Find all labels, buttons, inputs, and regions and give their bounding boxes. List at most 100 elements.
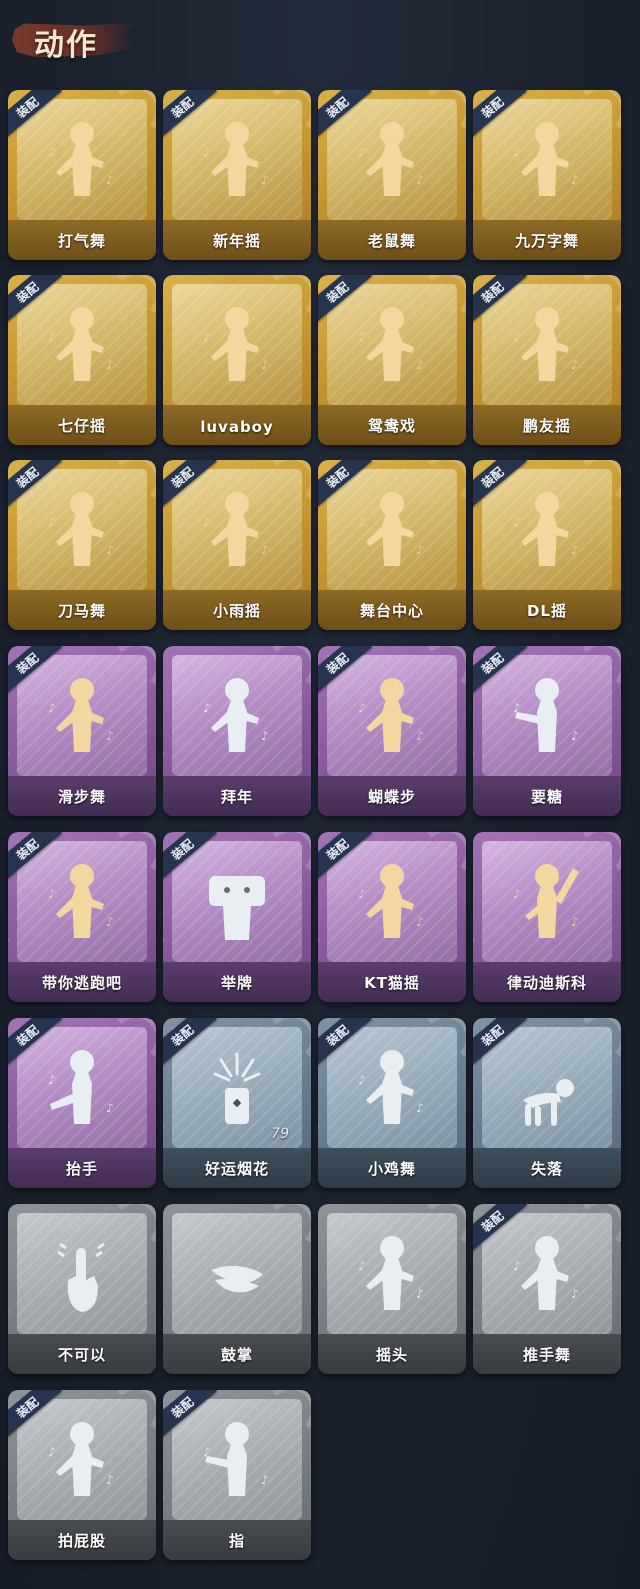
dance-figure-icon: ♪ ♪	[46, 116, 118, 208]
push-hands-icon: ♪ ♪	[511, 1230, 583, 1322]
svg-text:♪: ♪	[358, 887, 366, 901]
emote-card[interactable]: ♪ ♪ 指装配	[163, 1390, 311, 1560]
emote-card[interactable]: ♪ ♪ 要糖 装配	[473, 646, 621, 816]
emote-card[interactable]: ♪ ♪ 小雨摇 装配	[163, 460, 311, 630]
svg-text:♪: ♪	[48, 887, 56, 901]
clap-icon	[201, 1230, 273, 1322]
svg-text:♪: ♪	[416, 173, 424, 187]
emote-card[interactable]: ♪ ♪ 打气舞 装配	[8, 90, 156, 260]
emote-card[interactable]: ♪ ♪ 拜年	[163, 646, 311, 816]
emote-name: 律动迪斯科	[506, 974, 587, 992]
bow-figure-icon: ♪ ♪	[201, 672, 273, 764]
svg-text:♪: ♪	[513, 145, 521, 159]
emote-card[interactable]: ♪ ♪ 蝴蝶步 装配	[318, 646, 466, 816]
emote-card[interactable]: 失落 装配	[473, 1018, 621, 1188]
emote-card[interactable]: ♪ ♪ 律动迪斯科	[473, 832, 621, 1002]
emote-name: 七仔摇	[57, 417, 106, 435]
emote-card[interactable]: 不可以	[8, 1204, 156, 1374]
svg-text:♪: ♪	[48, 330, 56, 344]
emote-name: 刀马舞	[57, 602, 106, 620]
item-count: 79	[271, 1126, 289, 1142]
emote-card[interactable]: ♪ ♪ 抬手 装配	[8, 1018, 156, 1188]
svg-text:♪: ♪	[358, 330, 366, 344]
shake-head-icon: ♪ ♪	[356, 1230, 428, 1322]
dance-figure-icon: ♪ ♪	[201, 486, 273, 578]
emote-card[interactable]: ♪ ♪ 鹏友摇 装配	[473, 275, 621, 445]
svg-text:♪: ♪	[416, 1101, 424, 1115]
svg-text:♪: ♪	[513, 515, 521, 529]
crawl-figure-icon	[511, 1044, 583, 1136]
dance-figure-icon: ♪ ♪	[356, 486, 428, 578]
svg-text:♪: ♪	[106, 1101, 114, 1115]
emote-card[interactable]: ♪ ♪ 鸳鸯戏 装配	[318, 275, 466, 445]
emote-name: 九万字舞	[514, 232, 579, 250]
emote-name: 好运烟花	[204, 1160, 269, 1178]
svg-text:♪: ♪	[48, 145, 56, 159]
emote-name: DL摇	[526, 602, 567, 620]
dance-figure-icon: ♪ ♪	[356, 301, 428, 393]
emote-card[interactable]: ♪ ♪ 新年摇 装配	[163, 90, 311, 260]
svg-text:♪: ♪	[513, 887, 521, 901]
emote-card[interactable]: ♪ ♪ 九万字舞 装配	[473, 90, 621, 260]
emote-name: 举牌	[220, 974, 253, 992]
svg-text:♪: ♪	[358, 515, 366, 529]
dance-figure-icon: ♪ ♪	[511, 301, 583, 393]
emote-card[interactable]: ♪ ♪ 推手舞 装配	[473, 1204, 621, 1374]
emote-card[interactable]: ♪ ♪ luvaboy	[163, 275, 311, 445]
emote-card[interactable]: ♪ ♪ 带你逃跑吧 装配	[8, 832, 156, 1002]
emote-card[interactable]: 79 好运烟花 装配	[163, 1018, 311, 1188]
emote-card[interactable]: ♪ ♪ DL摇 装配	[473, 460, 621, 630]
svg-text:♪: ♪	[513, 1259, 521, 1273]
svg-text:♪: ♪	[513, 701, 521, 715]
emote-card[interactable]: ♪ ♪ 拍屁股 装配	[8, 1390, 156, 1560]
emote-name: 老鼠舞	[367, 232, 416, 250]
emote-card[interactable]: ♪ ♪ 老鼠舞 装配	[318, 90, 466, 260]
emote-card[interactable]: ♪ ♪ 七仔摇 装配	[8, 275, 156, 445]
svg-text:♪: ♪	[261, 1473, 269, 1487]
emote-name: 推手舞	[522, 1346, 571, 1364]
point-hand-icon: ♪ ♪	[201, 1416, 273, 1508]
emote-card[interactable]: ♪ ♪ 刀马舞 装配	[8, 460, 156, 630]
svg-text:♪: ♪	[203, 145, 211, 159]
emote-card[interactable]: 鼓掌	[163, 1204, 311, 1374]
svg-text:♪: ♪	[571, 1287, 579, 1301]
svg-text:♪: ♪	[571, 915, 579, 929]
svg-text:♪: ♪	[571, 543, 579, 557]
emote-card[interactable]: ♪ ♪ 舞台中心 装配	[318, 460, 466, 630]
svg-text:♪: ♪	[203, 515, 211, 529]
dance-figure-icon: ♪ ♪	[46, 858, 118, 950]
emote-card[interactable]: ♪ ♪ 滑步舞 装配	[8, 646, 156, 816]
dance-figure-icon: ♪ ♪	[511, 116, 583, 208]
dance-figure-icon: ♪ ♪	[201, 116, 273, 208]
emote-collection-page: 动作 ♪ ♪ 打气舞 装配 ♪ ♪ 新年摇 装配 ♪ ♪ 老鼠舞 装配 ♪ ♪ 九万字舞 装配 ♪ ♪ 七仔摇 装配 ♪…	[0, 0, 640, 1589]
svg-text:♪: ♪	[358, 1259, 366, 1273]
svg-text:♪: ♪	[571, 729, 579, 743]
finger-wag-icon	[46, 1230, 118, 1322]
svg-text:♪: ♪	[571, 173, 579, 187]
svg-text:♪: ♪	[416, 543, 424, 557]
emote-name: 摇头	[375, 1346, 408, 1364]
emote-card[interactable]: 举牌 装配	[163, 832, 311, 1002]
svg-text:♪: ♪	[48, 1445, 56, 1459]
dance-figure-icon: ♪ ♪	[46, 486, 118, 578]
svg-text:♪: ♪	[261, 543, 269, 557]
emote-card[interactable]: ♪ ♪ KT猫摇 装配	[318, 832, 466, 1002]
emote-card[interactable]: ♪ ♪ 小鸡舞 装配	[318, 1018, 466, 1188]
spank-figure-icon: ♪ ♪	[46, 1416, 118, 1508]
svg-text:♪: ♪	[513, 330, 521, 344]
raise-hand-icon: ♪ ♪	[46, 1044, 118, 1136]
svg-text:♪: ♪	[358, 701, 366, 715]
svg-text:♪: ♪	[416, 915, 424, 929]
emote-card[interactable]: ♪ ♪ 摇头	[318, 1204, 466, 1374]
svg-text:♪: ♪	[261, 729, 269, 743]
emote-name: 小鸡舞	[367, 1160, 416, 1178]
emote-name: luvaboy	[200, 418, 274, 436]
svg-text:♪: ♪	[106, 729, 114, 743]
dance-figure-icon: ♪ ♪	[46, 672, 118, 764]
emote-name: 蝴蝶步	[367, 788, 416, 806]
emote-name: 小雨摇	[212, 602, 261, 620]
emote-name: KT猫摇	[364, 974, 420, 992]
dance-figure-icon: ♪ ♪	[356, 116, 428, 208]
emote-name: 抬手	[65, 1160, 98, 1178]
dance-figure-icon: ♪ ♪	[511, 486, 583, 578]
